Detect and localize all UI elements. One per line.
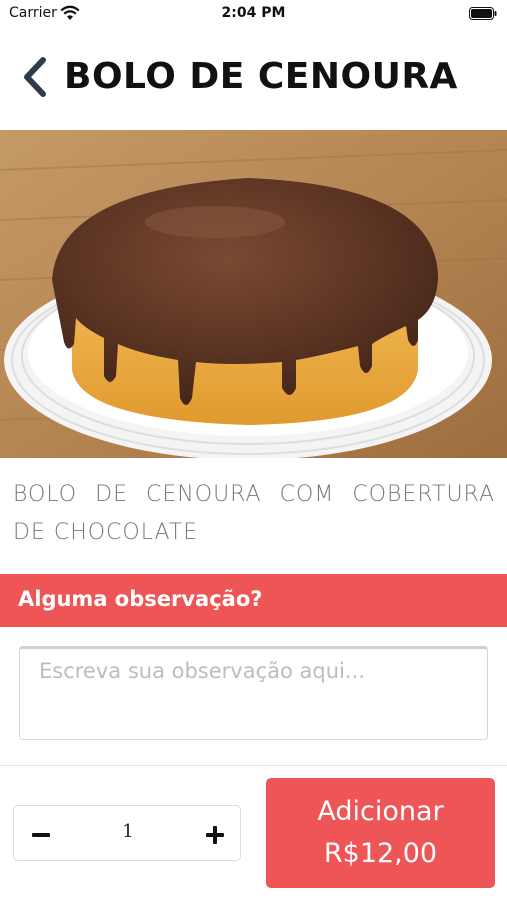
cake-illustration xyxy=(0,130,507,458)
quantity-stepper: 1 xyxy=(13,805,241,861)
product-description: BOLO DE CENOURA COM COBERTURA DE CHOCOLA… xyxy=(13,482,495,545)
add-to-cart-button[interactable]: Adicionar R$12,00 xyxy=(266,778,495,888)
plus-icon[interactable] xyxy=(202,822,228,848)
product-image xyxy=(0,130,507,458)
clock: 2:04 PM xyxy=(221,5,286,21)
chevron-left-icon xyxy=(24,57,46,97)
status-bar: Carrier 2:04 PM xyxy=(0,0,507,28)
add-button-label: Adicionar xyxy=(317,796,444,827)
back-button[interactable] xyxy=(18,54,52,100)
page-title: BOLO DE CENOURA xyxy=(64,56,458,97)
add-button-price: R$12,00 xyxy=(323,838,438,869)
battery-icon xyxy=(469,7,497,20)
observation-input[interactable] xyxy=(19,646,488,740)
nav-header: BOLO DE CENOURA xyxy=(0,40,507,120)
divider xyxy=(0,765,507,766)
observation-section-header: Alguma observação? xyxy=(0,574,507,627)
observation-section-title: Alguma observação? xyxy=(18,587,263,611)
